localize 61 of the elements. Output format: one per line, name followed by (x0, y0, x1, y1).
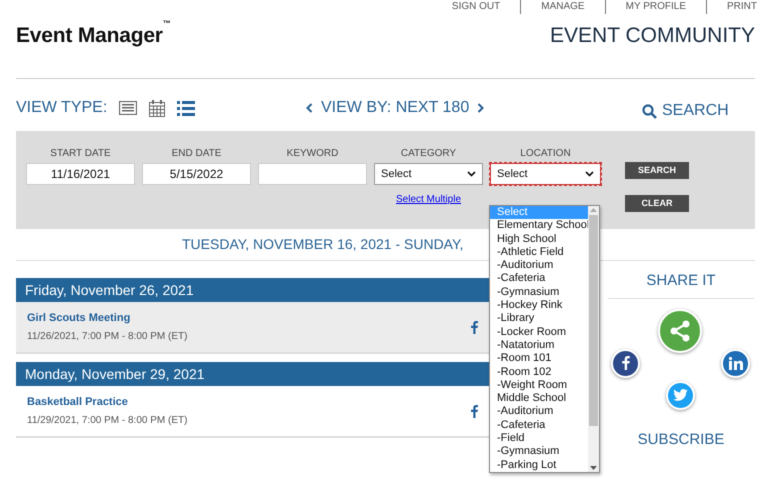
dropdown-option[interactable]: -Field (490, 432, 588, 446)
dropdown-option[interactable]: -Room 102 (490, 366, 588, 379)
event-title-link[interactable]: Basketball Practice (27, 394, 457, 410)
action-button[interactable]: CLEAR (625, 195, 689, 212)
dropdown-option[interactable]: -Natatorium (490, 338, 588, 352)
logo: Event Manager™ (16, 20, 171, 50)
field-label: END DATE (172, 147, 222, 161)
select-field[interactable]: Select (490, 163, 601, 185)
field-label: KEYWORD (286, 147, 338, 161)
event-title-link[interactable]: Girl Scouts Meeting (27, 310, 457, 326)
select-multiple-link[interactable]: Select Multiple (396, 192, 462, 207)
dropdown-option[interactable]: Middle School (490, 392, 588, 406)
dropdown-option[interactable]: -Parking Lot (490, 458, 588, 472)
select-field[interactable]: Select (374, 163, 483, 185)
detail-view-icon[interactable] (119, 101, 138, 115)
dropdown-option[interactable]: -Gymnasium (490, 286, 588, 300)
next-icon[interactable] (477, 103, 484, 113)
event-time: 11/29/2021, 7:00 PM - 8:00 PM (ET) (27, 414, 188, 428)
field-label: START DATE (50, 147, 111, 161)
input-field[interactable] (258, 163, 367, 185)
nav-link[interactable]: MANAGE (541, 1, 585, 13)
calendar-icon[interactable] (149, 100, 166, 116)
twitter-icon[interactable] (666, 380, 695, 410)
facebook-icon[interactable] (611, 348, 640, 378)
action-button[interactable]: SEARCH (625, 162, 689, 179)
nav-link[interactable]: SIGN OUT (452, 1, 500, 13)
event-time: 11/26/2021, 7:00 PM - 8:00 PM (ET) (27, 330, 188, 344)
linkedin-icon[interactable] (721, 348, 750, 378)
facebook-icon[interactable] (471, 404, 478, 418)
list-view-icon[interactable] (177, 100, 196, 116)
dropdown-option[interactable]: -Athletic Field (490, 246, 588, 260)
share-title: SHARE IT (646, 271, 716, 291)
view-by-label: VIEW BY: NEXT 180 (321, 98, 470, 118)
input-field[interactable]: 5/15/2022 (142, 163, 251, 185)
search-icon (642, 104, 657, 118)
view-type-label: VIEW TYPE: (16, 98, 108, 118)
previous-icon[interactable] (306, 103, 313, 113)
dropdown-option[interactable]: -Hockey Rink (490, 299, 588, 312)
scroll-down-icon[interactable] (590, 466, 597, 470)
facebook-icon[interactable] (471, 320, 478, 334)
scroll-thumb[interactable] (589, 215, 598, 426)
dropdown-option[interactable]: -Gymnasium (490, 445, 588, 459)
caret-icon (467, 171, 476, 177)
dropdown-option[interactable]: -Cafeteria (490, 418, 588, 432)
dropdown-option[interactable]: -Auditorium (490, 405, 588, 419)
input-field[interactable]: 11/16/2021 (26, 163, 135, 185)
nav-link[interactable]: PRINT (727, 1, 757, 13)
page-title: EVENT COMMUNITY (550, 23, 755, 50)
share-icon[interactable] (658, 308, 702, 352)
dropdown-option[interactable]: High School (490, 232, 588, 246)
dropdown-option[interactable]: -Auditorium (490, 259, 588, 272)
subscribe-title: SUBSCRIBE (638, 430, 724, 450)
caret-icon (585, 171, 594, 177)
field-label: CATEGORY (400, 147, 456, 161)
search-link[interactable]: SEARCH (642, 99, 729, 123)
dropdown-option[interactable]: -Library (490, 312, 588, 326)
date-range-title: TUESDAY, NOVEMBER 16, 2021 - SUNDAY, (182, 235, 464, 254)
scrollbar[interactable] (588, 206, 599, 472)
nav-link[interactable]: MY PROFILE (626, 1, 686, 13)
field-label: LOCATION (520, 147, 571, 161)
dropdown-option[interactable]: -Locker Room (490, 326, 588, 339)
